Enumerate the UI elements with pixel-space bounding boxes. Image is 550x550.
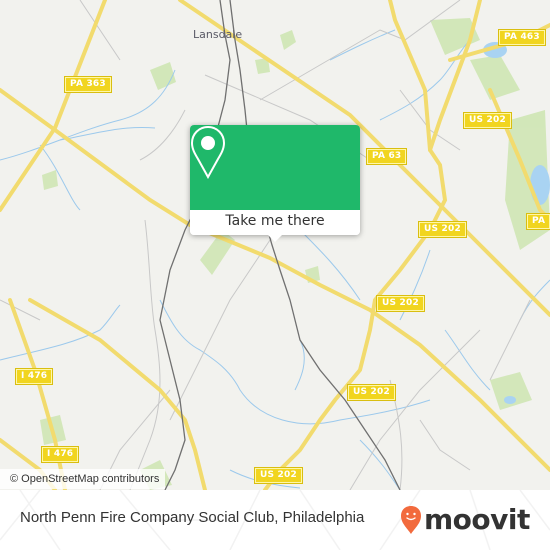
route-shield: US 202	[254, 467, 303, 484]
route-shield: US 202	[418, 221, 467, 238]
route-shield: US 202	[347, 384, 396, 401]
route-shield: PA 63	[365, 148, 408, 165]
route-shield: I 476	[40, 446, 80, 463]
location-pin-icon	[190, 125, 226, 179]
popup-pointer	[266, 233, 284, 242]
route-shield: PA 363	[64, 76, 112, 93]
moovit-pin-icon	[401, 506, 421, 534]
route-shield: PA 463	[498, 29, 546, 46]
destination-popup: Take me there	[190, 125, 360, 242]
route-shield: I 476	[14, 368, 54, 385]
popup-header	[190, 125, 360, 210]
map-area[interactable]: Lansdale PA 463 PA 363 US 202 PA 63 US 2…	[0, 0, 550, 490]
town-label-lansdale: Lansdale	[193, 28, 243, 41]
railways	[159, 0, 401, 490]
map-base	[0, 0, 550, 490]
take-me-there-button[interactable]: Take me there	[190, 210, 360, 235]
map-attribution[interactable]: © OpenStreetMap contributors	[0, 469, 166, 489]
minor-roads	[0, 0, 531, 490]
moovit-wordmark: moovit	[424, 503, 530, 536]
place-name: North Penn Fire Company Social Club, Phi…	[20, 509, 365, 526]
major-roads	[0, 0, 550, 490]
park-areas	[40, 18, 550, 490]
route-shield: PA	[525, 213, 550, 230]
route-shield: US 202	[463, 112, 512, 129]
route-shield: US 202	[376, 295, 425, 312]
footer-bar: North Penn Fire Company Social Club, Phi…	[0, 490, 550, 550]
